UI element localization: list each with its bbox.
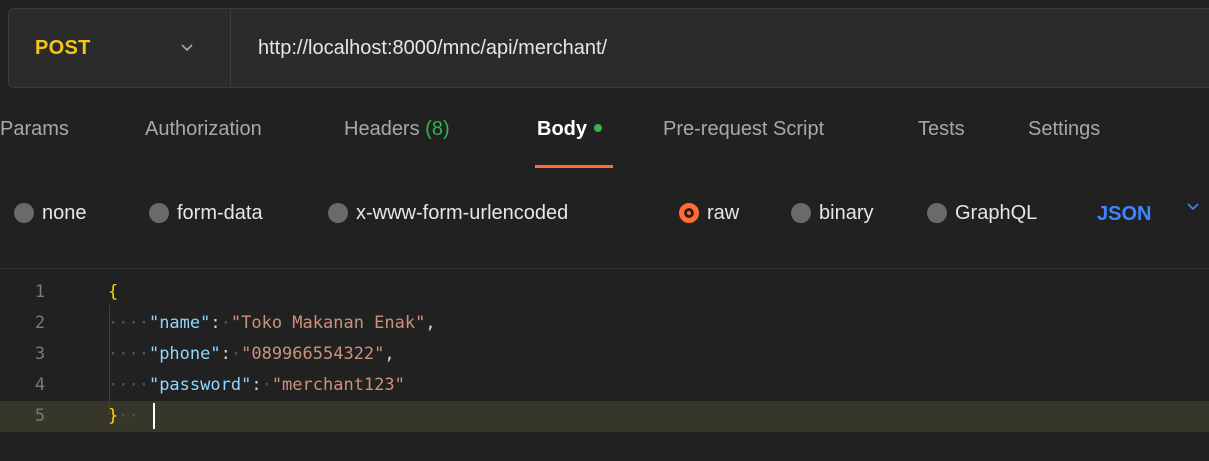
code-line: 3 ····"phone":·"089966554322", xyxy=(0,339,1209,370)
code-text: }·· xyxy=(108,401,155,432)
code-line-current: 5 }·· xyxy=(0,401,1209,432)
radio-circle-icon xyxy=(14,203,34,223)
text-cursor xyxy=(152,403,155,429)
request-url-bar: POST http://localhost:8000/mnc/api/merch… xyxy=(8,8,1209,88)
code-line: 4 ····"password":·"merchant123" xyxy=(0,370,1209,401)
tab-pre-request-script[interactable]: Pre-request Script xyxy=(663,118,824,141)
radio-circle-icon xyxy=(149,203,169,223)
tab-label: Authorization xyxy=(145,118,262,140)
body-status-dot xyxy=(594,123,602,132)
radio-label: GraphQL xyxy=(955,201,1038,224)
tab-headers[interactable]: Headers (8) xyxy=(344,118,450,141)
radio-selected-icon xyxy=(679,203,699,223)
code-text: ····"phone":·"089966554322", xyxy=(108,344,395,364)
line-number: 3 xyxy=(34,344,46,364)
tab-label: Headers xyxy=(344,118,420,140)
radio-label: form-data xyxy=(177,201,263,224)
postman-request-panel: POST http://localhost:8000/mnc/api/merch… xyxy=(0,0,1209,461)
json-value: "089966554322" xyxy=(241,344,385,364)
open-brace: { xyxy=(108,282,119,302)
body-code-editor[interactable]: 1 { 2 ····"name":·"Toko Makanan Enak", 3… xyxy=(0,274,1209,461)
tab-label: Tests xyxy=(918,118,965,140)
active-tab-indicator xyxy=(535,165,613,168)
code-line: 1 { xyxy=(0,277,1209,308)
chevron-down-icon xyxy=(181,44,193,52)
tab-tests[interactable]: Tests xyxy=(918,118,965,141)
tab-label: Pre-request Script xyxy=(663,118,825,140)
radio-circle-icon xyxy=(791,203,811,223)
tab-body[interactable]: Body xyxy=(537,118,602,141)
radio-circle-icon xyxy=(927,203,947,223)
method-label: POST xyxy=(35,36,91,59)
code-text: ····"name":·"Toko Makanan Enak", xyxy=(108,313,436,333)
line-number: 1 xyxy=(34,282,46,302)
tab-params[interactable]: Params xyxy=(0,118,69,141)
url-input[interactable]: http://localhost:8000/mnc/api/merchant/ xyxy=(258,37,607,60)
line-number: 5 xyxy=(34,406,46,426)
headers-count-badge: (8) xyxy=(425,118,450,140)
radio-x-www-form-urlencoded[interactable]: x-www-form-urlencoded xyxy=(328,195,568,231)
radio-label: x-www-form-urlencoded xyxy=(356,201,569,224)
radio-label: binary xyxy=(819,201,874,224)
code-text: { xyxy=(108,277,118,308)
tab-settings[interactable]: Settings xyxy=(1028,118,1100,141)
radio-binary[interactable]: binary xyxy=(791,195,873,231)
json-value: "merchant123" xyxy=(271,375,405,395)
radio-label: raw xyxy=(707,201,740,224)
json-key: "password" xyxy=(148,375,252,395)
tab-label: Params xyxy=(0,118,69,140)
radio-graphql[interactable]: GraphQL xyxy=(927,195,1037,231)
line-number: 4 xyxy=(34,375,46,395)
divider xyxy=(0,268,1209,269)
method-select[interactable]: POST xyxy=(9,9,231,87)
radio-circle-icon xyxy=(328,203,348,223)
tab-label: Settings xyxy=(1028,118,1101,140)
radio-form-data[interactable]: form-data xyxy=(149,195,263,231)
indent-guide xyxy=(109,305,110,415)
tab-label: Body xyxy=(537,118,587,140)
radio-none[interactable]: none xyxy=(14,195,87,231)
json-key: "name" xyxy=(148,313,211,333)
radio-label: none xyxy=(42,201,87,224)
radio-raw[interactable]: raw xyxy=(679,195,739,231)
tab-authorization[interactable]: Authorization xyxy=(145,118,262,141)
code-text: ····"password":·"merchant123" xyxy=(108,375,405,395)
chevron-down-icon[interactable] xyxy=(1186,200,1200,214)
format-select[interactable]: JSON xyxy=(1097,203,1151,226)
line-number: 2 xyxy=(34,313,46,333)
json-value: "Toko Makanan Enak" xyxy=(230,313,426,333)
json-key: "phone" xyxy=(148,344,221,364)
code-line: 2 ····"name":·"Toko Makanan Enak", xyxy=(0,308,1209,339)
